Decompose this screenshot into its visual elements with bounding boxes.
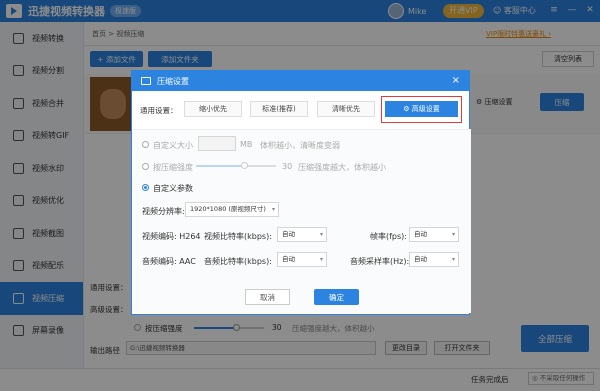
strength-label: 按压缩强度 [153, 163, 193, 172]
resolution-label: 视频分辨率: [142, 207, 185, 216]
custom-params-label: 自定义参数 [153, 184, 193, 193]
fps-select[interactable]: 自动 ▾ [409, 227, 459, 242]
size-unit: MB [240, 140, 253, 149]
custom-params-radio[interactable] [142, 184, 149, 191]
strength-slider-handle-dialog[interactable] [241, 162, 248, 169]
dialog-header: 压缩设置 × [132, 71, 469, 91]
video-bitrate-label: 视频比特率(kbps): [204, 232, 272, 241]
compress-settings-dialog: 压缩设置 × 通用设置： 缩小优先 标准(推荐) 清晰优先 ⚙ 高级设置 自定义… [131, 70, 471, 315]
audio-bitrate-label: 音频比特率(kbps): [204, 257, 272, 266]
custom-size-radio[interactable] [142, 141, 149, 148]
chevron-down-icon: ▾ [271, 206, 275, 213]
size-hint: 体积越小，清晰度变弱 [260, 141, 340, 150]
audio-codec-label: 音频编码: AAC [142, 257, 196, 266]
video-codec-label: 视频编码: H264 [142, 232, 201, 241]
fps-label: 帧率(fps): [370, 232, 407, 241]
chevron-down-icon: ▾ [319, 231, 323, 238]
strength-slider-fill-dialog [196, 165, 244, 167]
audio-bitrate-select[interactable]: 自动 ▾ [277, 252, 327, 267]
preset-clarity-first[interactable]: 清晰优先 [317, 101, 375, 117]
confirm-button[interactable]: 确定 [314, 289, 359, 305]
advanced-highlight-box [381, 96, 462, 123]
chevron-down-icon: ▾ [451, 231, 455, 238]
preset-standard[interactable]: 标准(推荐) [250, 101, 308, 117]
samplerate-select[interactable]: 自动 ▾ [409, 252, 459, 267]
chevron-down-icon: ▾ [319, 256, 323, 263]
resolution-select[interactable]: 1920*1080 (原视频尺寸) ▾ [185, 202, 279, 217]
close-icon[interactable]: × [452, 75, 460, 86]
strength-radio-dialog[interactable] [142, 163, 149, 170]
general-settings-label: 通用设置： [140, 106, 178, 115]
strength-hint-dialog: 压缩强度越大，体积越小 [298, 163, 386, 172]
video-bitrate-select[interactable]: 自动 ▾ [277, 227, 327, 242]
chevron-down-icon: ▾ [451, 256, 455, 263]
samplerate-label: 音频采样率(Hz): [350, 257, 410, 266]
cancel-button[interactable]: 取消 [245, 289, 290, 305]
preset-small-first[interactable]: 缩小优先 [184, 101, 242, 117]
custom-size-input[interactable] [198, 136, 236, 151]
dialog-title: 压缩设置 [157, 76, 189, 86]
strength-value-dialog: 30 [282, 162, 293, 171]
dialog-body [132, 129, 471, 313]
custom-size-label: 自定义大小 [153, 141, 193, 150]
settings-icon [141, 77, 151, 85]
